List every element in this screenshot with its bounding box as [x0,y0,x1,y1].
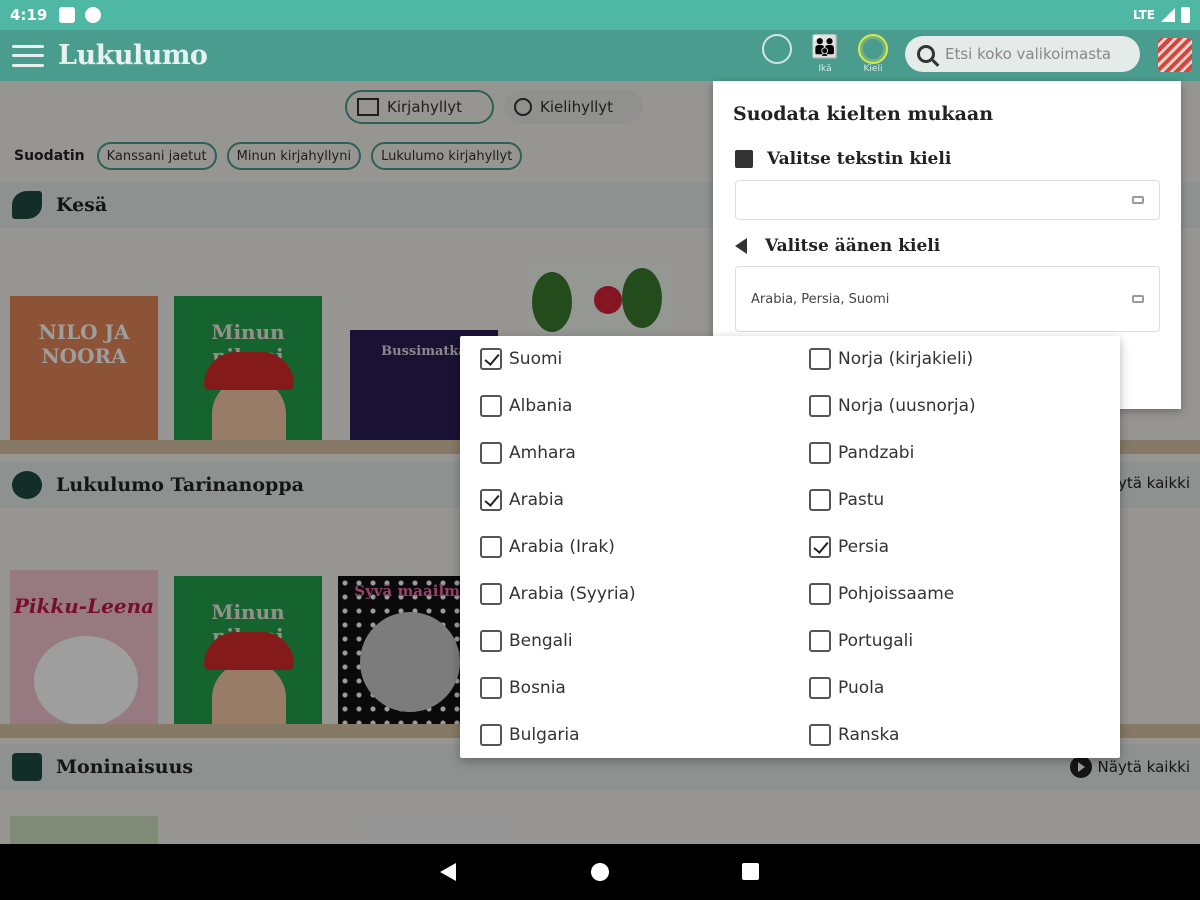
search-icon [917,45,935,63]
checkbox-unchecked[interactable] [480,630,502,652]
battery-icon [1181,7,1190,23]
search-input[interactable]: Etsi koko valikoimasta [905,36,1140,72]
language-option-label: Amhara [509,443,576,463]
checkbox-unchecked[interactable] [809,677,831,699]
language-option[interactable]: Bulgaria [480,720,580,750]
checkbox-unchecked[interactable] [809,724,831,746]
checkbox-unchecked[interactable] [480,395,502,417]
language-option-label: Bulgaria [509,725,580,745]
language-option[interactable]: Bengali [480,626,573,656]
language-option[interactable]: Pandzabi [809,438,914,468]
partner-logo[interactable] [1158,38,1192,72]
text-language-label-text: Valitse tekstin kieli [767,149,952,169]
checkbox-unchecked[interactable] [809,395,831,417]
language-option[interactable]: Portugali [809,626,913,656]
language-filter-label: Kieli [863,64,883,74]
checkbox-unchecked[interactable] [809,348,831,370]
audio-language-label-text: Valitse äänen kieli [765,236,941,256]
audio-language-value: Arabia, Persia, Suomi [751,291,890,307]
language-option-label: Bosnia [509,678,566,698]
language-option[interactable]: Bosnia [480,673,566,703]
language-option-label: Arabia (Irak) [509,537,615,557]
language-option-label: Norja (kirjakieli) [838,349,974,369]
reading-filter-button[interactable] [760,34,794,74]
checkbox-checked[interactable] [480,348,502,370]
app-bar: Lukulumo 👪 Ikä Kieli Etsi koko valikoima… [0,30,1200,81]
recents-icon[interactable] [742,863,759,880]
panel-title: Suodata kielten mukaan [733,103,994,125]
language-option[interactable]: Suomi [480,344,562,374]
audio-language-dropdown: Suomi Albania Amhara Arabia Arabia (Irak) Ara… [460,336,1120,758]
book-icon [735,150,753,168]
search-placeholder: Etsi koko valikoimasta [945,45,1112,63]
chevron-down-icon [1132,196,1144,204]
checkbox-unchecked[interactable] [480,677,502,699]
audio-language-select[interactable]: Arabia, Persia, Suomi [735,266,1160,332]
menu-icon[interactable] [12,44,44,67]
checkbox-unchecked[interactable] [480,724,502,746]
language-option-label: Pohjoissaame [838,584,955,604]
image-notification-icon [59,7,76,23]
signal-icon [1161,8,1175,22]
checkbox-unchecked[interactable] [480,536,502,558]
language-option[interactable]: Pohjoissaame [809,579,954,609]
language-option-label: Norja (uusnorja) [838,396,976,416]
checkbox-unchecked[interactable] [809,442,831,464]
language-option-label: Albania [509,396,573,416]
text-language-select[interactable] [735,180,1160,220]
home-icon[interactable] [591,863,609,881]
reading-icon [762,34,792,64]
language-option-label: Portugali [838,631,914,651]
age-filter-label: Ikä [818,64,832,74]
language-option-label: Arabia [509,490,564,510]
chevron-up-icon [1132,295,1144,303]
language-option[interactable]: Puola [809,673,884,703]
status-time: 4:19 [10,6,48,24]
system-nav-bar [0,844,1200,900]
language-option[interactable]: Persia [809,532,889,562]
language-option-label: Pandzabi [838,443,915,463]
back-icon[interactable] [440,863,456,881]
checkbox-unchecked[interactable] [809,630,831,652]
language-option[interactable]: Amhara [480,438,576,468]
globe-icon [858,34,888,64]
language-option-label: Puola [838,678,885,698]
language-option[interactable]: Pastu [809,485,884,515]
language-option-label: Ranska [838,725,900,745]
language-option[interactable]: Ranska [809,720,899,750]
language-option-label: Bengali [509,631,573,651]
network-type: LTE [1132,8,1155,22]
status-bar: 4:19 LTE [0,0,1200,30]
language-option[interactable]: Norja (uusnorja) [809,391,976,421]
checkbox-unchecked[interactable] [480,583,502,605]
language-option[interactable]: Arabia (Syyria) [480,579,636,609]
checkbox-unchecked[interactable] [480,442,502,464]
checkbox-unchecked[interactable] [809,489,831,511]
app-title: Lukulumo [58,40,208,71]
language-option-label: Arabia (Syyria) [509,584,636,604]
age-filter-button[interactable]: 👪 Ikä [808,34,842,74]
checkbox-unchecked[interactable] [809,583,831,605]
checkbox-checked[interactable] [809,536,831,558]
speaker-icon [735,238,747,254]
language-option[interactable]: Norja (kirjakieli) [809,344,973,374]
audio-language-label: Valitse äänen kieli [735,236,940,256]
language-option-label: Suomi [509,349,563,369]
language-option-label: Pastu [838,490,885,510]
checkbox-checked[interactable] [480,489,502,511]
language-option-label: Persia [838,537,890,557]
app-notification-icon [85,7,102,23]
language-option[interactable]: Arabia [480,485,564,515]
language-filter-button[interactable]: Kieli [856,34,890,74]
language-option[interactable]: Albania [480,391,572,421]
people-icon: 👪 [811,35,839,60]
language-option[interactable]: Arabia (Irak) [480,532,615,562]
text-language-label: Valitse tekstin kieli [735,149,951,169]
